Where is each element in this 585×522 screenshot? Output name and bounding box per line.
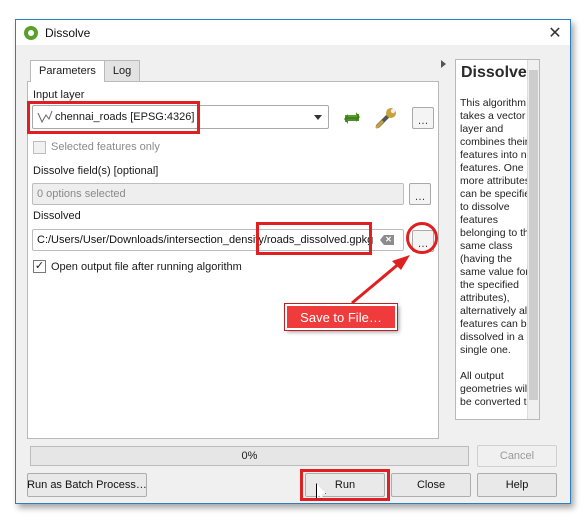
help-title: Dissolve: [461, 64, 527, 81]
dissolved-output-path: C:/Users/User/Downloads/intersection_den…: [37, 234, 374, 246]
wrench-settings-icon[interactable]: [374, 105, 400, 131]
input-layer-combo[interactable]: chennai_roads [EPSG:4326]: [32, 105, 329, 129]
save-to-file-button[interactable]: …: [412, 230, 434, 252]
close-button[interactable]: Close: [391, 473, 471, 497]
help-scrollbar-thumb[interactable]: [529, 70, 538, 400]
selected-features-checkbox[interactable]: [33, 141, 46, 154]
dissolve-fields-label: Dissolve field(s) [optional]: [33, 165, 159, 177]
cancel-button[interactable]: Cancel: [477, 445, 557, 467]
checkmark-icon: ✓: [34, 260, 45, 272]
help-scrollbar[interactable]: [527, 60, 539, 419]
tab-log[interactable]: Log: [103, 60, 141, 81]
dissolve-fields-input[interactable]: 0 options selected: [32, 183, 404, 205]
run-as-batch-button[interactable]: Run as Batch Process…: [27, 473, 147, 497]
help-panel: Dissolve This algorithm takes a vector l…: [455, 59, 540, 420]
save-to-file-callout: Save to File…: [285, 304, 397, 330]
input-layer-label: Input layer: [33, 89, 85, 101]
input-layer-value: chennai_roads [EPSG:4326]: [55, 111, 195, 123]
help-button[interactable]: Help: [477, 473, 557, 497]
progress-bar: 0%: [30, 446, 469, 466]
close-window-button[interactable]: ✕: [540, 20, 570, 45]
input-layer-browse-button[interactable]: …: [412, 107, 434, 129]
splitter-collapse-arrow-icon[interactable]: [441, 60, 446, 68]
open-output-label: Open output file after running algorithm: [51, 261, 242, 273]
title-bar: Dissolve ✕: [16, 20, 570, 45]
progress-text: 0%: [241, 450, 258, 462]
dissolve-fields-browse-button[interactable]: …: [409, 183, 431, 205]
dissolved-output-path-input[interactable]: C:/Users/User/Downloads/intersection_den…: [32, 229, 404, 251]
open-output-checkbox[interactable]: ✓: [33, 260, 46, 273]
tab-bar: Parameters Log: [30, 60, 141, 82]
selected-features-label: Selected features only: [51, 141, 160, 153]
line-layer-icon: [37, 110, 53, 124]
tab-parameters[interactable]: Parameters: [30, 60, 105, 82]
window-title: Dissolve: [45, 25, 91, 40]
chevron-down-icon[interactable]: [314, 114, 322, 120]
qgis-logo-icon: [24, 25, 38, 40]
iterate-features-icon[interactable]: [341, 107, 363, 129]
parameters-panel: [27, 81, 439, 439]
dissolved-output-label: Dissolved: [33, 210, 81, 222]
